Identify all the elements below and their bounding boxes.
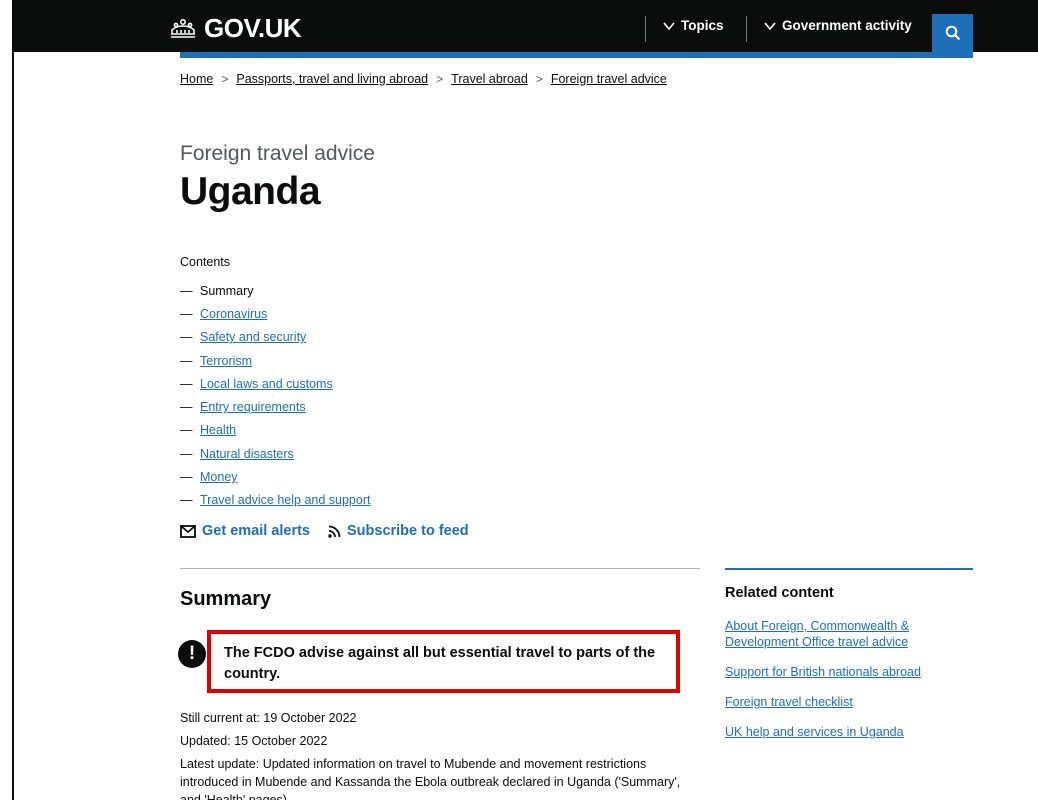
subscribe-feed-label: Subscribe to feed	[347, 523, 469, 539]
breadcrumb: Home > Passports, travel and living abro…	[180, 72, 667, 86]
related-item: About Foreign, Commonwealth & Developmen…	[725, 618, 955, 650]
chevron-down-icon	[764, 21, 776, 30]
contents-item-entry: — Entry requirements	[180, 400, 306, 415]
nav-government-activity[interactable]: Government activity	[764, 18, 912, 33]
contents-item-help: — Travel advice help and support	[180, 493, 371, 508]
contents-item-money: — Money	[180, 470, 238, 485]
still-current-date: Still current at: 19 October 2022	[180, 711, 357, 725]
page-title: Uganda	[180, 170, 321, 213]
breadcrumb-home[interactable]: Home	[180, 72, 213, 86]
nav-divider	[645, 16, 646, 42]
warning-icon: !	[178, 640, 206, 668]
contents-item-label: Summary	[200, 283, 254, 298]
related-item: Support for British nationals abroad	[725, 664, 955, 680]
summary-heading: Summary	[180, 588, 272, 610]
frame-border	[12, 0, 14, 800]
related-divider	[725, 568, 973, 570]
govuk-logo[interactable]: GOV.UK	[168, 13, 302, 44]
contents-link-entry[interactable]: Entry requirements	[200, 400, 306, 414]
search-icon	[945, 25, 960, 41]
contents-link-natural-disasters[interactable]: Natural disasters	[200, 447, 294, 461]
envelope-icon	[180, 524, 196, 538]
search-button[interactable]	[932, 14, 973, 52]
contents-heading: Contents	[180, 255, 231, 269]
section-divider	[180, 568, 700, 569]
rss-icon	[328, 525, 341, 538]
logo-text: GOV.UK	[204, 13, 302, 43]
contents-item-summary: — Summary	[180, 283, 254, 298]
header-accent-bar	[180, 52, 973, 58]
warning-text: The FCDO advise against all but essentia…	[224, 645, 656, 682]
breadcrumb-separator-icon: >	[535, 72, 543, 86]
related-item: Foreign travel checklist	[725, 694, 955, 710]
subscription-links: Get email alerts Subscribe to feed	[180, 523, 469, 539]
breadcrumb-foreign-travel-advice[interactable]: Foreign travel advice	[551, 72, 667, 86]
contents-item-health: — Health	[180, 423, 237, 438]
contents-link-local-laws[interactable]: Local laws and customs	[200, 377, 333, 391]
contents-link-coronavirus[interactable]: Coronavirus	[200, 307, 267, 321]
subscribe-feed-link[interactable]: Subscribe to feed	[328, 523, 469, 539]
related-links: About Foreign, Commonwealth & Developmen…	[725, 618, 955, 754]
nav-topics-label: Topics	[681, 18, 724, 33]
contents-item-local-laws: — Local laws and customs	[180, 376, 333, 391]
nav-topics[interactable]: Topics	[663, 18, 724, 33]
related-content-heading: Related content	[725, 585, 834, 601]
breadcrumb-separator-icon: >	[436, 72, 444, 86]
contents-item-terrorism: — Terrorism	[180, 353, 253, 368]
contents-item-natural-disasters: — Natural disasters	[180, 446, 294, 461]
contents-link-safety[interactable]: Safety and security	[200, 330, 306, 344]
email-alerts-link[interactable]: Get email alerts	[180, 523, 310, 539]
contents-link-terrorism[interactable]: Terrorism	[200, 354, 252, 368]
related-item: UK help and services in Uganda	[725, 724, 955, 740]
contents-link-money[interactable]: Money	[200, 470, 238, 484]
related-link-about-fcdo[interactable]: About Foreign, Commonwealth & Developmen…	[725, 619, 909, 649]
breadcrumb-passports[interactable]: Passports, travel and living abroad	[236, 72, 428, 86]
email-alerts-label: Get email alerts	[202, 523, 310, 539]
nav-government-activity-label: Government activity	[782, 18, 912, 33]
latest-update: Latest update: Updated information on tr…	[180, 757, 681, 800]
breadcrumb-separator-icon: >	[221, 72, 229, 86]
contents-item-coronavirus: — Coronavirus	[180, 306, 268, 321]
contents-link-health[interactable]: Health	[200, 423, 236, 437]
page-caption: Foreign travel advice	[180, 142, 375, 165]
contents-list: — Summary — Coronavirus — Safety and securi…	[180, 279, 370, 512]
updated-date: Updated: 15 October 2022	[180, 734, 328, 748]
related-link-uk-help[interactable]: UK help and services in Uganda	[725, 725, 904, 739]
chevron-down-icon	[663, 21, 675, 30]
breadcrumb-travel-abroad[interactable]: Travel abroad	[451, 72, 528, 86]
crown-icon	[171, 18, 195, 38]
related-link-checklist[interactable]: Foreign travel checklist	[725, 695, 853, 709]
contents-link-help[interactable]: Travel advice help and support	[200, 493, 370, 507]
nav-divider	[746, 16, 747, 42]
contents-item-safety: — Safety and security	[180, 330, 307, 345]
related-link-support[interactable]: Support for British nationals abroad	[725, 665, 921, 679]
